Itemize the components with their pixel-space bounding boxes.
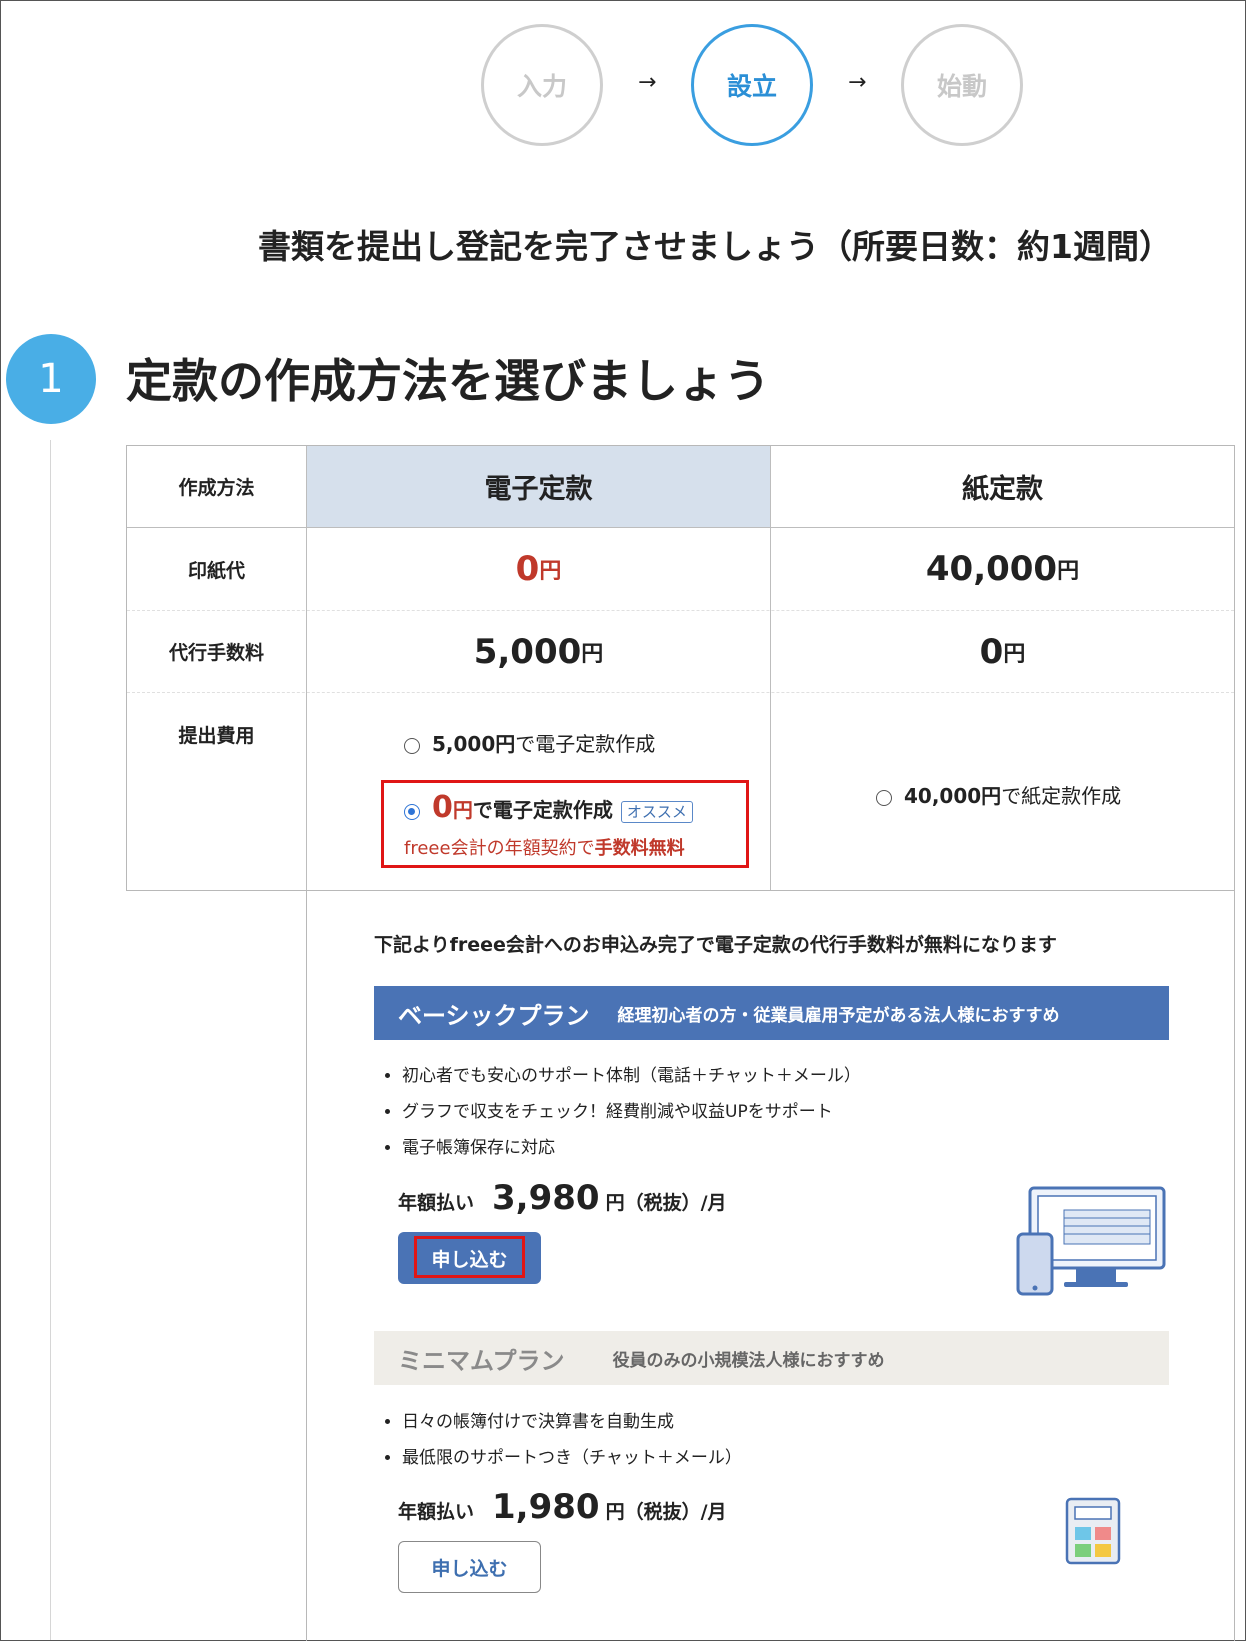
button-label: 申し込む <box>431 1557 508 1580</box>
option-amount: 0 <box>432 790 453 825</box>
feature-item: 日々の帳簿付けで決算書を自動生成 <box>402 1404 742 1440</box>
price-unit: 円（税抜）/月 <box>605 1501 727 1523</box>
price-value: 1,980 <box>492 1487 600 1527</box>
step-start-label: 始動 <box>936 72 987 101</box>
recommended-tag: オススメ <box>620 800 693 823</box>
timeline-line <box>50 440 51 1640</box>
price-unit: 円（税抜）/月 <box>605 1192 727 1214</box>
unit: 円 <box>1057 559 1080 584</box>
unit: 円 <box>1003 641 1026 667</box>
stamp-cost-paper: 40,000 円 <box>771 528 1234 610</box>
stamp-cost-electronic: 0円 <box>307 528 770 610</box>
step-establish-label: 設立 <box>726 72 777 101</box>
plan-desc: 経理初心者の方・従業員雇用予定がある法人様におすすめ <box>617 1005 1060 1026</box>
option-amount: 40,000円 <box>904 784 1002 808</box>
option-electronic-0[interactable]: 0円で電子定款作成 オススメ <box>404 790 693 825</box>
note-bold: 手数料無料 <box>594 838 685 859</box>
radio-button[interactable] <box>404 737 420 754</box>
stamp-value: 0 <box>515 549 540 589</box>
unit: 円 <box>581 641 604 667</box>
step-input: 入力 <box>481 24 603 146</box>
basic-plan-features: 初心者でも安心のサポート体制（電話＋チャット＋メール） グラフで収支をチェック！… <box>380 1058 861 1166</box>
option-note: freee会計の年額契約で手数料無料 <box>404 834 685 860</box>
price-value: 3,980 <box>492 1178 600 1218</box>
option-electronic-5000[interactable]: 5,000円で電子定款作成 <box>404 728 655 757</box>
fee-electronic: 5,000 円 <box>307 611 770 692</box>
step-establish: 設立 <box>691 24 813 146</box>
row-label-stamp: 印紙代 <box>187 559 245 582</box>
option-text: で電子定款作成 <box>472 798 613 822</box>
unit: 円 <box>539 559 562 584</box>
fee-value: 5,000 <box>473 631 582 672</box>
page-heading: 書類を提出し登記を完了させましょう（所要日数：約1週間） <box>258 227 1172 266</box>
price-label: 年額払い <box>398 1501 475 1523</box>
notice-text: 下記よりfreee会計へのお申込み完了で電子定款の代行手数料が無料になります <box>374 934 1057 956</box>
minimum-plan-apply-button[interactable]: 申し込む <box>398 1541 541 1593</box>
option-text: で紙定款作成 <box>1001 784 1122 808</box>
fee-value: 0 <box>979 631 1004 672</box>
option-paper-40000[interactable]: 40,000円で紙定款作成 <box>876 780 1121 809</box>
option-amount: 5,000円 <box>432 732 516 756</box>
radio-button[interactable] <box>876 789 892 806</box>
fee-paper: 0円 <box>771 611 1234 692</box>
arrow-right-icon: → <box>848 70 867 95</box>
minimum-plan-price: 年額払い 1,980 円（税抜）/月 <box>398 1487 727 1527</box>
row-label-fee: 代行手数料 <box>168 642 264 664</box>
arrow-right-icon: → <box>638 70 657 95</box>
column-header-electronic: 電子定款 <box>484 474 593 505</box>
option-unit: 円 <box>452 798 473 822</box>
feature-item: グラフで収支をチェック！経費削減や収益UPをサポート <box>402 1094 861 1130</box>
basic-plan-price: 年額払い 3,980 円（税抜）/月 <box>398 1178 727 1218</box>
feature-item: 電子帳簿保存に対応 <box>402 1130 861 1166</box>
calculator-icon <box>1065 1497 1121 1565</box>
column-header-paper: 紙定款 <box>962 474 1043 505</box>
computer-phone-icon <box>1016 1186 1166 1296</box>
row-label-cost: 提出費用 <box>178 724 255 747</box>
section-number-badge: 1 <box>6 334 96 424</box>
option-text: で電子定款作成 <box>515 732 656 756</box>
plan-name: ベーシックプラン <box>398 1001 590 1030</box>
minimum-plan-header: ミニマムプラン 役員のみの小規模法人様におすすめ <box>374 1331 1169 1385</box>
step-input-label: 入力 <box>516 72 567 101</box>
price-label: 年額払い <box>398 1192 475 1214</box>
feature-item: 初心者でも安心のサポート体制（電話＋チャット＋メール） <box>402 1058 861 1094</box>
section-title: 定款の作成方法を選びましょう <box>126 354 770 408</box>
feature-item: 最低限のサポートつき（チャット＋メール） <box>402 1440 742 1476</box>
radio-button-selected[interactable] <box>404 803 420 820</box>
note-text: freee会計の年額契約で <box>404 838 595 859</box>
plan-desc: 役員のみの小規模法人様におすすめ <box>612 1350 885 1371</box>
apply-button-highlight <box>414 1236 525 1278</box>
plan-name: ミニマムプラン <box>398 1346 565 1375</box>
basic-plan-header: ベーシックプラン 経理初心者の方・従業員雇用予定がある法人様におすすめ <box>374 986 1169 1040</box>
row-label-method: 作成方法 <box>178 477 255 499</box>
stamp-value: 40,000 <box>925 549 1058 589</box>
step-start: 始動 <box>901 24 1023 146</box>
minimum-plan-features: 日々の帳簿付けで決算書を自動生成 最低限のサポートつき（チャット＋メール） <box>380 1404 742 1476</box>
